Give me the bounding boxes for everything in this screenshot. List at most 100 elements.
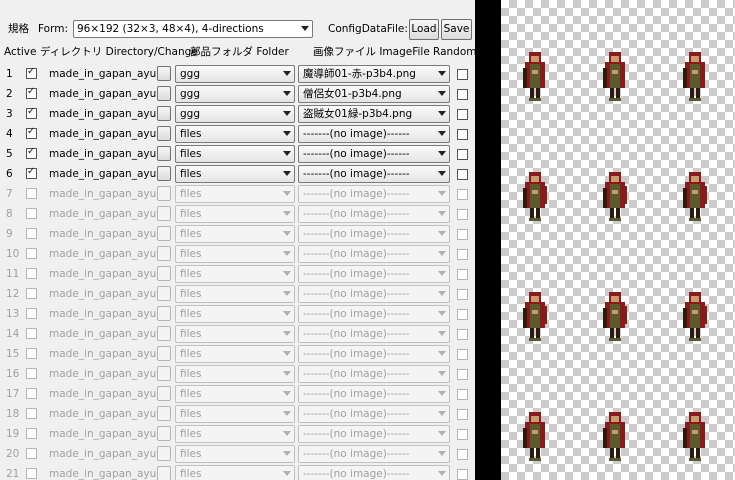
active-checkbox[interactable] (26, 208, 37, 219)
random-checkbox[interactable] (457, 449, 468, 460)
folder-select[interactable]: ggg (175, 105, 295, 123)
folder-select[interactable]: files (175, 425, 295, 443)
image-select[interactable]: 魔導師01-赤-p3b4.png (298, 65, 450, 83)
random-checkbox[interactable] (457, 409, 468, 420)
active-checkbox[interactable] (26, 468, 37, 479)
random-checkbox[interactable] (457, 229, 468, 240)
active-checkbox[interactable] (26, 288, 37, 299)
change-directory-button[interactable] (157, 206, 171, 221)
random-checkbox[interactable] (457, 149, 468, 160)
random-checkbox[interactable] (457, 289, 468, 300)
folder-select[interactable]: files (175, 205, 295, 223)
image-select[interactable]: -------(no image)------ (298, 465, 450, 480)
active-checkbox[interactable] (26, 66, 37, 79)
image-select[interactable]: -------(no image)------ (298, 345, 450, 363)
folder-select[interactable]: files (175, 225, 295, 243)
change-directory-button[interactable] (157, 446, 171, 461)
random-checkbox[interactable] (457, 169, 468, 180)
random-checkbox[interactable] (457, 269, 468, 280)
random-checkbox[interactable] (457, 109, 468, 120)
image-select[interactable]: -------(no image)------ (298, 145, 450, 163)
folder-select[interactable]: files (175, 305, 295, 323)
change-directory-button[interactable] (157, 86, 171, 101)
image-select[interactable]: -------(no image)------ (298, 325, 450, 343)
change-directory-button[interactable] (157, 246, 171, 261)
random-checkbox[interactable] (457, 249, 468, 260)
active-checkbox[interactable] (26, 146, 37, 159)
image-select[interactable]: -------(no image)------ (298, 405, 450, 423)
change-directory-button[interactable] (157, 66, 171, 81)
active-checkbox[interactable] (26, 106, 37, 119)
folder-select[interactable]: files (175, 365, 295, 383)
folder-select[interactable]: files (175, 445, 295, 463)
folder-select[interactable]: files (175, 405, 295, 423)
image-select[interactable]: -------(no image)------ (298, 425, 450, 443)
active-checkbox[interactable] (26, 126, 37, 139)
active-checkbox[interactable] (26, 188, 37, 199)
folder-select[interactable]: files (175, 185, 295, 203)
image-select[interactable]: -------(no image)------ (298, 265, 450, 283)
folder-select[interactable]: files (175, 325, 295, 343)
image-select[interactable]: -------(no image)------ (298, 445, 450, 463)
change-directory-button[interactable] (157, 466, 171, 480)
image-select[interactable]: -------(no image)------ (298, 245, 450, 263)
folder-select[interactable]: files (175, 285, 295, 303)
active-checkbox[interactable] (26, 348, 37, 359)
active-checkbox[interactable] (26, 268, 37, 279)
save-button[interactable]: Save (441, 19, 472, 40)
folder-select[interactable]: files (175, 385, 295, 403)
image-select[interactable]: -------(no image)------ (298, 125, 450, 143)
image-select[interactable]: -------(no image)------ (298, 365, 450, 383)
change-directory-button[interactable] (157, 186, 171, 201)
random-checkbox[interactable] (457, 389, 468, 400)
image-select[interactable]: -------(no image)------ (298, 285, 450, 303)
image-select[interactable]: 盗賊女01緑-p3b4.png (298, 105, 450, 123)
folder-select[interactable]: files (175, 345, 295, 363)
panel-divider[interactable] (475, 0, 501, 480)
folder-select[interactable]: files (175, 265, 295, 283)
active-checkbox[interactable] (26, 428, 37, 439)
change-directory-button[interactable] (157, 306, 171, 321)
random-checkbox[interactable] (457, 209, 468, 220)
active-checkbox[interactable] (26, 308, 37, 319)
change-directory-button[interactable] (157, 146, 171, 161)
folder-select[interactable]: files (175, 125, 295, 143)
random-checkbox[interactable] (457, 469, 468, 480)
random-checkbox[interactable] (457, 129, 468, 140)
folder-select[interactable]: ggg (175, 85, 295, 103)
image-select[interactable]: -------(no image)------ (298, 185, 450, 203)
active-checkbox[interactable] (26, 388, 37, 399)
change-directory-button[interactable] (157, 386, 171, 401)
change-directory-button[interactable] (157, 126, 171, 141)
load-button[interactable]: Load (409, 19, 439, 40)
active-checkbox[interactable] (26, 166, 37, 179)
folder-select[interactable]: files (175, 465, 295, 480)
random-checkbox[interactable] (457, 89, 468, 100)
change-directory-button[interactable] (157, 426, 171, 441)
image-select[interactable]: -------(no image)------ (298, 165, 450, 183)
image-select[interactable]: -------(no image)------ (298, 225, 450, 243)
active-checkbox[interactable] (26, 368, 37, 379)
image-select[interactable]: -------(no image)------ (298, 205, 450, 223)
active-checkbox[interactable] (26, 328, 37, 339)
change-directory-button[interactable] (157, 326, 171, 341)
active-checkbox[interactable] (26, 448, 37, 459)
change-directory-button[interactable] (157, 346, 171, 361)
folder-select[interactable]: files (175, 245, 295, 263)
random-checkbox[interactable] (457, 329, 468, 340)
image-select[interactable]: 僧侶女01-p3b4.png (298, 85, 450, 103)
change-directory-button[interactable] (157, 226, 171, 241)
change-directory-button[interactable] (157, 366, 171, 381)
active-checkbox[interactable] (26, 248, 37, 259)
random-checkbox[interactable] (457, 189, 468, 200)
active-checkbox[interactable] (26, 408, 37, 419)
random-checkbox[interactable] (457, 369, 468, 380)
active-checkbox[interactable] (26, 228, 37, 239)
change-directory-button[interactable] (157, 266, 171, 281)
image-select[interactable]: -------(no image)------ (298, 305, 450, 323)
folder-select[interactable]: files (175, 145, 295, 163)
change-directory-button[interactable] (157, 286, 171, 301)
image-select[interactable]: -------(no image)------ (298, 385, 450, 403)
random-checkbox[interactable] (457, 349, 468, 360)
random-checkbox[interactable] (457, 429, 468, 440)
